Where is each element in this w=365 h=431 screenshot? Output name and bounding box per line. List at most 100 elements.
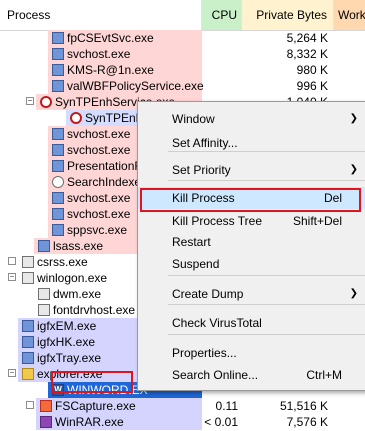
process-name: sppsvc.exe	[67, 223, 128, 237]
menu-item-restart[interactable]: Restart	[138, 231, 365, 253]
process-name: igfxTray.exe	[37, 351, 102, 365]
process-icon	[38, 240, 50, 252]
process-name: svchost.exe	[67, 143, 131, 157]
menu-item-label: Check VirusTotal	[172, 316, 262, 330]
process-icon	[52, 208, 64, 220]
process-icon	[52, 48, 64, 60]
process-cpu-value: 0.11	[215, 399, 238, 413]
process-row[interactable]: KMS-R@1n.exe 980 K	[0, 62, 365, 78]
menu-item-label: Set Affinity...	[172, 136, 238, 150]
menu-item-suspend[interactable]: Suspend	[138, 253, 365, 275]
process-row[interactable]: FSCapture.exe 0.11 51,516 K 6	[0, 398, 365, 414]
process-priv-value: 8,332 K	[286, 47, 328, 61]
submenu-arrow-icon: ❯	[349, 113, 358, 124]
process-name: dwm.exe	[53, 287, 102, 301]
menu-item-kill-process-tree[interactable]: Kill Process Tree Shift+Del	[138, 210, 365, 232]
process-work-value: 2	[334, 414, 365, 430]
menu-item-label: Suspend	[172, 257, 220, 271]
process-icon	[52, 224, 64, 236]
process-icon	[40, 400, 52, 412]
menu-item-window[interactable]: Window ❯	[138, 108, 365, 130]
process-icon	[52, 160, 64, 172]
process-icon	[52, 80, 64, 92]
process-icon	[38, 288, 50, 300]
tree-expander-icon[interactable]	[8, 257, 16, 265]
column-process[interactable]: Process	[0, 0, 202, 30]
process-icon	[22, 256, 34, 268]
process-icon	[52, 176, 64, 188]
menu-item-label: Create Dump	[172, 287, 244, 301]
tree-expander-icon[interactable]: −	[8, 273, 16, 281]
menu-item-label: Restart	[172, 235, 211, 249]
process-name: igfxHK.exe	[37, 335, 96, 349]
process-row[interactable]: svchost.exe 8,332 K 1	[0, 46, 365, 62]
process-work-value: 1	[334, 46, 365, 62]
winword-callout	[51, 371, 133, 393]
process-icon	[52, 144, 64, 156]
process-icon	[22, 272, 34, 284]
process-priv-value: 980 K	[296, 63, 328, 77]
menu-item-set-affinity[interactable]: Set Affinity...	[138, 132, 365, 154]
menu-item-label: Kill Process Tree	[172, 214, 263, 228]
column-header-bar: Process CPU Private Bytes Work	[0, 0, 365, 31]
process-cpu-value: < 0.01	[204, 415, 238, 429]
process-name: SynTPEnh	[85, 111, 143, 125]
process-icon	[52, 64, 64, 76]
menu-item-properties[interactable]: Properties...	[138, 342, 365, 364]
process-row[interactable]: fpCSEvtSvc.exe 5,264 K	[0, 30, 365, 46]
process-priv-value: 7,576 K	[286, 415, 328, 429]
process-name: svchost.exe	[67, 207, 131, 221]
tree-expander-icon[interactable]	[26, 401, 34, 409]
process-name: fpCSEvtSvc.exe	[67, 31, 154, 45]
process-icon	[40, 416, 52, 428]
process-icon	[52, 192, 64, 204]
process-icon	[22, 336, 34, 348]
column-working-set[interactable]: Work	[334, 0, 365, 30]
menu-separator	[168, 275, 365, 276]
process-name: svchost.exe	[67, 191, 131, 205]
menu-item-set-priority[interactable]: Set Priority ❯	[138, 159, 365, 181]
submenu-arrow-icon: ❯	[349, 164, 358, 175]
process-priv-value: 5,264 K	[286, 31, 328, 45]
menu-separator	[168, 334, 365, 335]
menu-item-label: Search Online...	[172, 368, 259, 382]
process-name: WinRAR.exe	[55, 415, 124, 429]
process-icon	[22, 368, 34, 380]
process-icon	[38, 304, 50, 316]
kill-process-callout	[140, 188, 361, 212]
process-name: SearchIndexe	[67, 175, 142, 189]
menu-item-label: Window	[172, 112, 215, 126]
process-name: svchost.exe	[67, 47, 131, 61]
process-name: csrss.exe	[37, 255, 88, 269]
submenu-arrow-icon: ❯	[349, 288, 358, 299]
menu-item-label: Set Priority	[172, 163, 231, 177]
menu-item-create-dump[interactable]: Create Dump ❯	[138, 283, 365, 305]
menu-item-search-online[interactable]: Search Online... Ctrl+M	[138, 364, 365, 386]
process-priv-value: 51,516 K	[279, 399, 328, 413]
process-icon	[22, 352, 34, 364]
process-name: fontdrvhost.exe	[53, 303, 136, 317]
process-work-value: 6	[334, 398, 365, 414]
process-icon	[22, 320, 34, 332]
process-name: KMS-R@1n.exe	[67, 63, 154, 77]
tree-expander-icon[interactable]: −	[8, 369, 16, 377]
column-cpu[interactable]: CPU	[202, 0, 242, 30]
process-name: winlogon.exe	[37, 271, 108, 285]
process-name: valWBFPolicyService.exe	[67, 79, 204, 93]
process-name: svchost.exe	[67, 127, 131, 141]
process-priv-value: 996 K	[296, 79, 328, 93]
process-row[interactable]: WinRAR.exe < 0.01 7,576 K 2	[0, 414, 365, 430]
tree-expander-icon[interactable]: −	[26, 97, 34, 105]
process-name: lsass.exe	[53, 239, 104, 253]
process-row[interactable]: valWBFPolicyService.exe 996 K	[0, 78, 365, 94]
menu-item-check-virustotal[interactable]: Check VirusTotal	[138, 312, 365, 334]
process-name: igfxEM.exe	[37, 319, 97, 333]
process-name: FSCapture.exe	[55, 399, 136, 413]
process-icon	[52, 32, 64, 44]
menu-item-shortcut: Shift+Del	[292, 214, 342, 228]
menu-item-shortcut: Ctrl+M	[306, 368, 342, 382]
process-icon	[40, 96, 52, 108]
context-menu: Window ❯ Set Affinity... Set Priority ❯ Kill …	[137, 101, 365, 391]
process-icon	[52, 128, 64, 140]
column-private-bytes[interactable]: Private Bytes	[242, 0, 334, 30]
